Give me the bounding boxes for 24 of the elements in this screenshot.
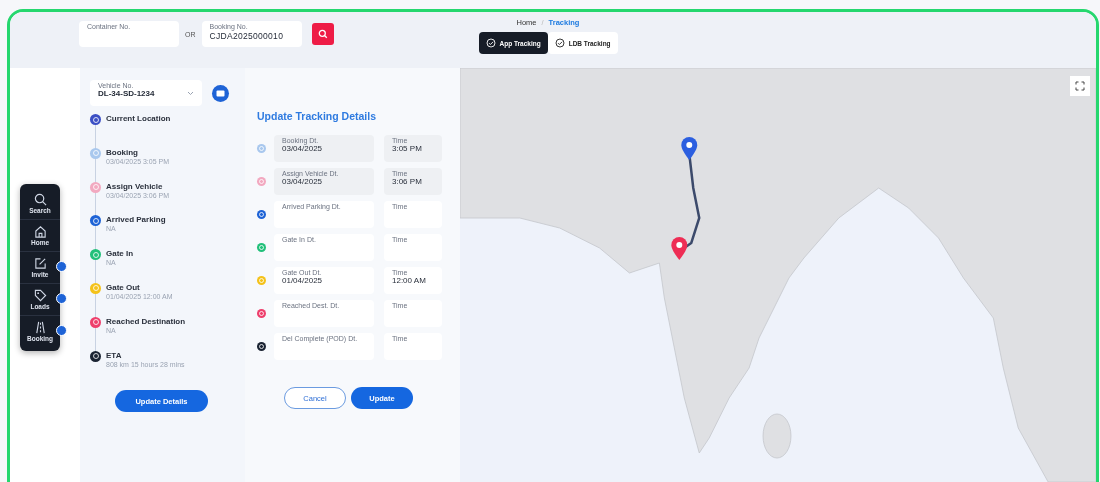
- search-icon: [317, 29, 328, 39]
- edit-icon: [33, 257, 47, 270]
- fullscreen-button[interactable]: [1070, 76, 1090, 96]
- tag-icon: [33, 289, 47, 302]
- island-shape: [762, 413, 792, 459]
- step-title: Gate In: [106, 249, 134, 259]
- step-title: Arrived Parking: [106, 215, 166, 225]
- check-circle-icon: [485, 38, 496, 48]
- home-icon: [33, 225, 47, 238]
- fullscreen-icon: [1075, 81, 1085, 91]
- form-title: Update Tracking Details: [257, 110, 378, 122]
- card-icon: [216, 89, 225, 97]
- check-circle-icon: [554, 38, 565, 48]
- search-button[interactable]: [311, 23, 334, 45]
- step-title: Booking: [106, 147, 139, 157]
- road-icon: [33, 321, 47, 334]
- step-title: Current Location: [106, 114, 171, 123]
- search-icon: [33, 193, 47, 206]
- chevron-down-icon: [187, 91, 194, 96]
- step-title: Reached Destination: [106, 316, 186, 326]
- step-title: Assign Vehicle: [106, 181, 164, 191]
- step-title: ETA: [106, 350, 123, 360]
- step-title: Gate Out: [106, 283, 141, 292]
- vehicle-button[interactable]: [212, 84, 229, 102]
